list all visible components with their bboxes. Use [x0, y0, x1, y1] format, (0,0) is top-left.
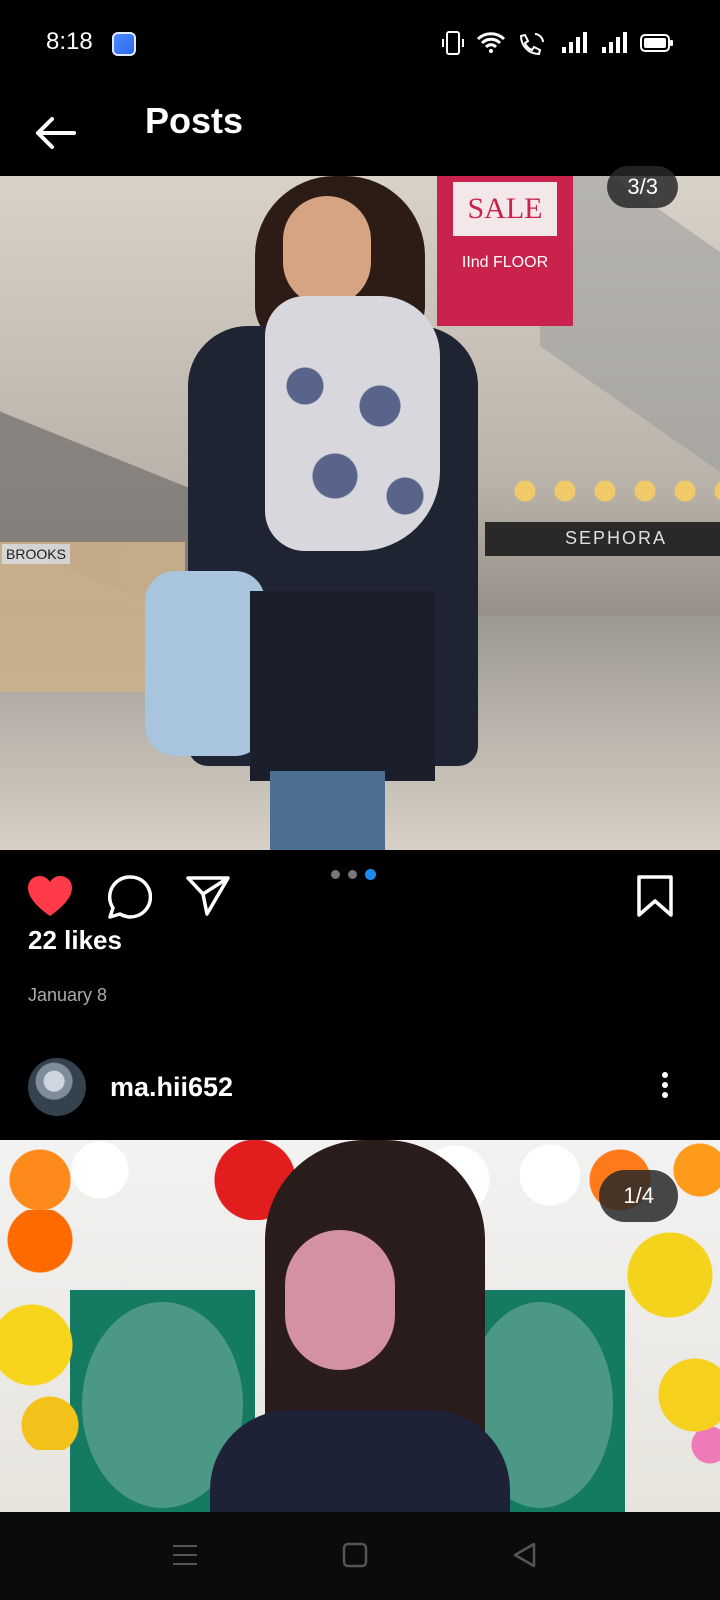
arrow-left-icon — [36, 117, 76, 149]
carousel-dot — [331, 870, 340, 879]
sale-banner-text: SALE — [453, 182, 557, 236]
menu-icon — [173, 1545, 197, 1565]
subject-scarf — [265, 296, 440, 551]
bookmark-icon — [637, 875, 673, 917]
post-photo[interactable]: BROOKS SALE IInd FLOOR SEPHORA — [0, 176, 720, 850]
more-options-button[interactable] — [658, 1068, 672, 1104]
home-square-icon — [342, 1542, 368, 1568]
save-button[interactable] — [636, 874, 674, 923]
subject-skirt — [250, 591, 435, 781]
wifi-calling-icon — [519, 33, 544, 55]
subject-face — [283, 196, 371, 306]
back-nav-button[interactable] — [510, 1540, 540, 1575]
more-vertical-icon — [658, 1072, 672, 1098]
photo-counter: 3/3 — [607, 166, 678, 208]
status-icons — [442, 30, 674, 56]
subject-jeans — [270, 771, 385, 850]
store-sign-right: SEPHORA — [485, 522, 720, 556]
menu-button[interactable] — [170, 1540, 200, 1575]
carousel-dot — [348, 870, 357, 879]
sale-banner: SALE IInd FLOOR — [437, 176, 573, 326]
wifi-icon — [476, 32, 506, 53]
back-triangle-icon — [513, 1542, 536, 1568]
photo-counter-2: 1/4 — [599, 1170, 678, 1222]
heart-filled-icon — [28, 876, 72, 916]
flowers-right — [600, 1195, 720, 1475]
back-button[interactable] — [30, 106, 84, 160]
store-sign-right-text: SEPHORA — [565, 528, 668, 548]
subject2-face — [285, 1230, 395, 1370]
post-header — [0, 1030, 720, 1110]
signal-icon-1 — [562, 32, 587, 53]
vibrate-icon — [442, 31, 464, 55]
likes-count[interactable]: 22 likes — [28, 925, 122, 956]
user-avatar[interactable] — [28, 1058, 86, 1116]
sale-banner-floor: IInd FLOOR — [461, 254, 549, 271]
signal-icon-2 — [602, 32, 627, 53]
home-button[interactable] — [340, 1540, 370, 1575]
post-actions — [0, 850, 720, 930]
carousel-dot — [365, 869, 376, 880]
system-navigation-bar — [0, 1512, 720, 1600]
flowers-left — [0, 1210, 90, 1450]
post-photo-2[interactable]: 1/4 — [0, 1140, 720, 1512]
subject-bag — [145, 571, 265, 756]
like-button[interactable] — [26, 874, 74, 923]
store-sign-left: BROOKS — [2, 544, 70, 564]
status-bar: 8:18 — [0, 0, 720, 88]
comment-bubble-icon — [107, 875, 153, 919]
carousel-indicator — [331, 869, 376, 880]
share-button[interactable] — [185, 874, 231, 923]
subject2-outfit — [210, 1410, 510, 1512]
username[interactable]: ma.hii652 — [110, 1072, 233, 1103]
battery-icon — [640, 34, 673, 52]
comment-button[interactable] — [106, 874, 153, 925]
post-date: January 8 — [28, 985, 108, 1005]
send-paper-plane-icon — [186, 876, 230, 916]
top-app-bar — [0, 88, 720, 176]
app-notification-icon — [112, 32, 136, 56]
decor-lights — [510, 476, 720, 506]
page-title: Posts — [145, 100, 244, 141]
status-time: 8:18 — [46, 28, 93, 55]
